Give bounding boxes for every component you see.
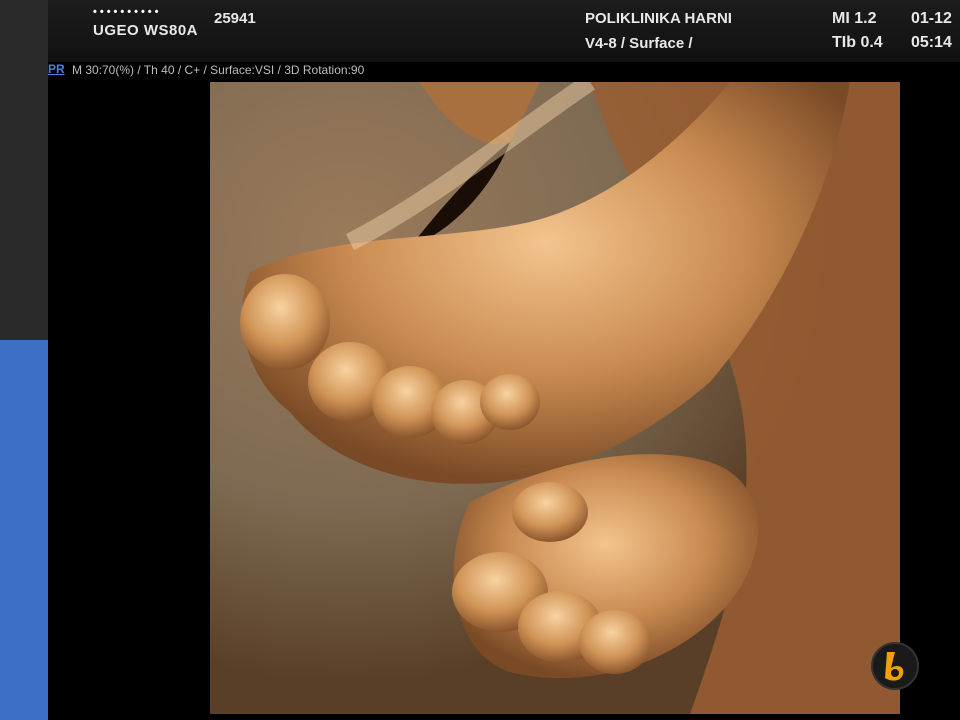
date-label: 01-12 [911,10,952,27]
probe-mode-label: V4-8 / Surface / [585,35,693,52]
render-parameters-text: M 30:70(%) / Th 40 / C+ / Surface:VSI / … [72,63,365,77]
study-id-label: 25941 [214,10,256,27]
device-model-label: UGEO WS80A [93,22,199,39]
fetal-feet-surface-render [210,82,900,714]
header-indicator-dots: •••••••••• [93,6,162,18]
vendor-logo-icon [871,642,919,690]
left-panel-strip [0,0,48,720]
thermal-index-label: TIb 0.4 [832,34,883,51]
clinic-name-label: POLIKLINIKA HARNI [585,10,732,27]
left-panel-blue-block [0,340,48,720]
mechanical-index-label: MI 1.2 [832,10,877,27]
time-label: 05:14 [911,34,952,51]
render-mode-tag: PR [48,62,65,76]
ultrasound-3d-render [210,82,900,714]
vendor-logo-mark-icon [885,652,904,681]
